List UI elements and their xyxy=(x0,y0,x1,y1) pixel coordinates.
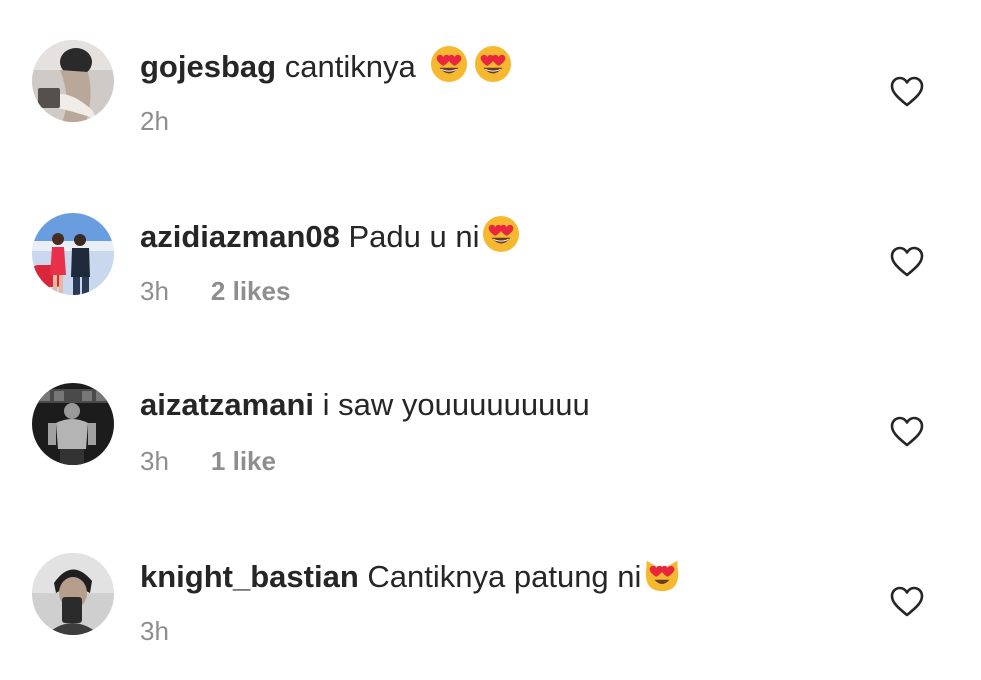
username[interactable]: azidiazman08 xyxy=(140,219,340,254)
avatar[interactable] xyxy=(32,553,114,635)
timestamp: 3h xyxy=(140,446,169,476)
comment-body: knight_bastian Cantiknya patung ni xyxy=(140,555,681,597)
avatar[interactable] xyxy=(32,40,114,122)
comment-item: gojesbag cantiknya 2h xyxy=(0,0,981,170)
comment-meta: 3h xyxy=(140,616,211,646)
comment-text: Cantiknya patung ni xyxy=(367,559,642,594)
comment-meta: 2h xyxy=(140,106,211,136)
heart-outline-icon[interactable] xyxy=(890,246,924,278)
comment-text: i saw youuuuuuuuu xyxy=(322,387,590,422)
username[interactable]: knight_bastian xyxy=(140,559,359,594)
heart-outline-icon[interactable] xyxy=(890,586,924,618)
comment-text: cantiknya xyxy=(284,49,416,84)
comment-body: azidiazman08 Padu u ni xyxy=(140,215,520,257)
likes-count[interactable]: 2 likes xyxy=(211,276,291,306)
heart-outline-icon[interactable] xyxy=(890,416,924,448)
comment-body: aizatzamani i saw youuuuuuuuu xyxy=(140,385,590,425)
username[interactable]: aizatzamani xyxy=(140,387,314,422)
heart-eyes-emoji xyxy=(482,215,520,253)
avatar[interactable] xyxy=(32,383,114,465)
timestamp: 3h xyxy=(140,276,169,306)
timestamp: 2h xyxy=(140,106,169,136)
avatar[interactable] xyxy=(32,213,114,295)
comment-item: aizatzamani i saw youuuuuuuuu 3h 1 like xyxy=(0,340,981,510)
comment-meta: 3h 2 likes xyxy=(140,276,290,306)
comment-item: knight_bastian Cantiknya patung ni 3h xyxy=(0,510,981,680)
heart-eyes-cat-emoji xyxy=(643,555,681,593)
username[interactable]: gojesbag xyxy=(140,49,276,84)
timestamp: 3h xyxy=(140,616,169,646)
comment-meta: 3h 1 like xyxy=(140,446,276,476)
comment-text: Padu u ni xyxy=(348,219,480,254)
heart-eyes-emoji xyxy=(430,45,468,83)
heart-eyes-emoji xyxy=(474,45,512,83)
comment-item: azidiazman08 Padu u ni 3h 2 likes xyxy=(0,170,981,340)
heart-outline-icon[interactable] xyxy=(890,76,924,108)
likes-count[interactable]: 1 like xyxy=(211,446,276,476)
comment-body: gojesbag cantiknya xyxy=(140,45,512,87)
